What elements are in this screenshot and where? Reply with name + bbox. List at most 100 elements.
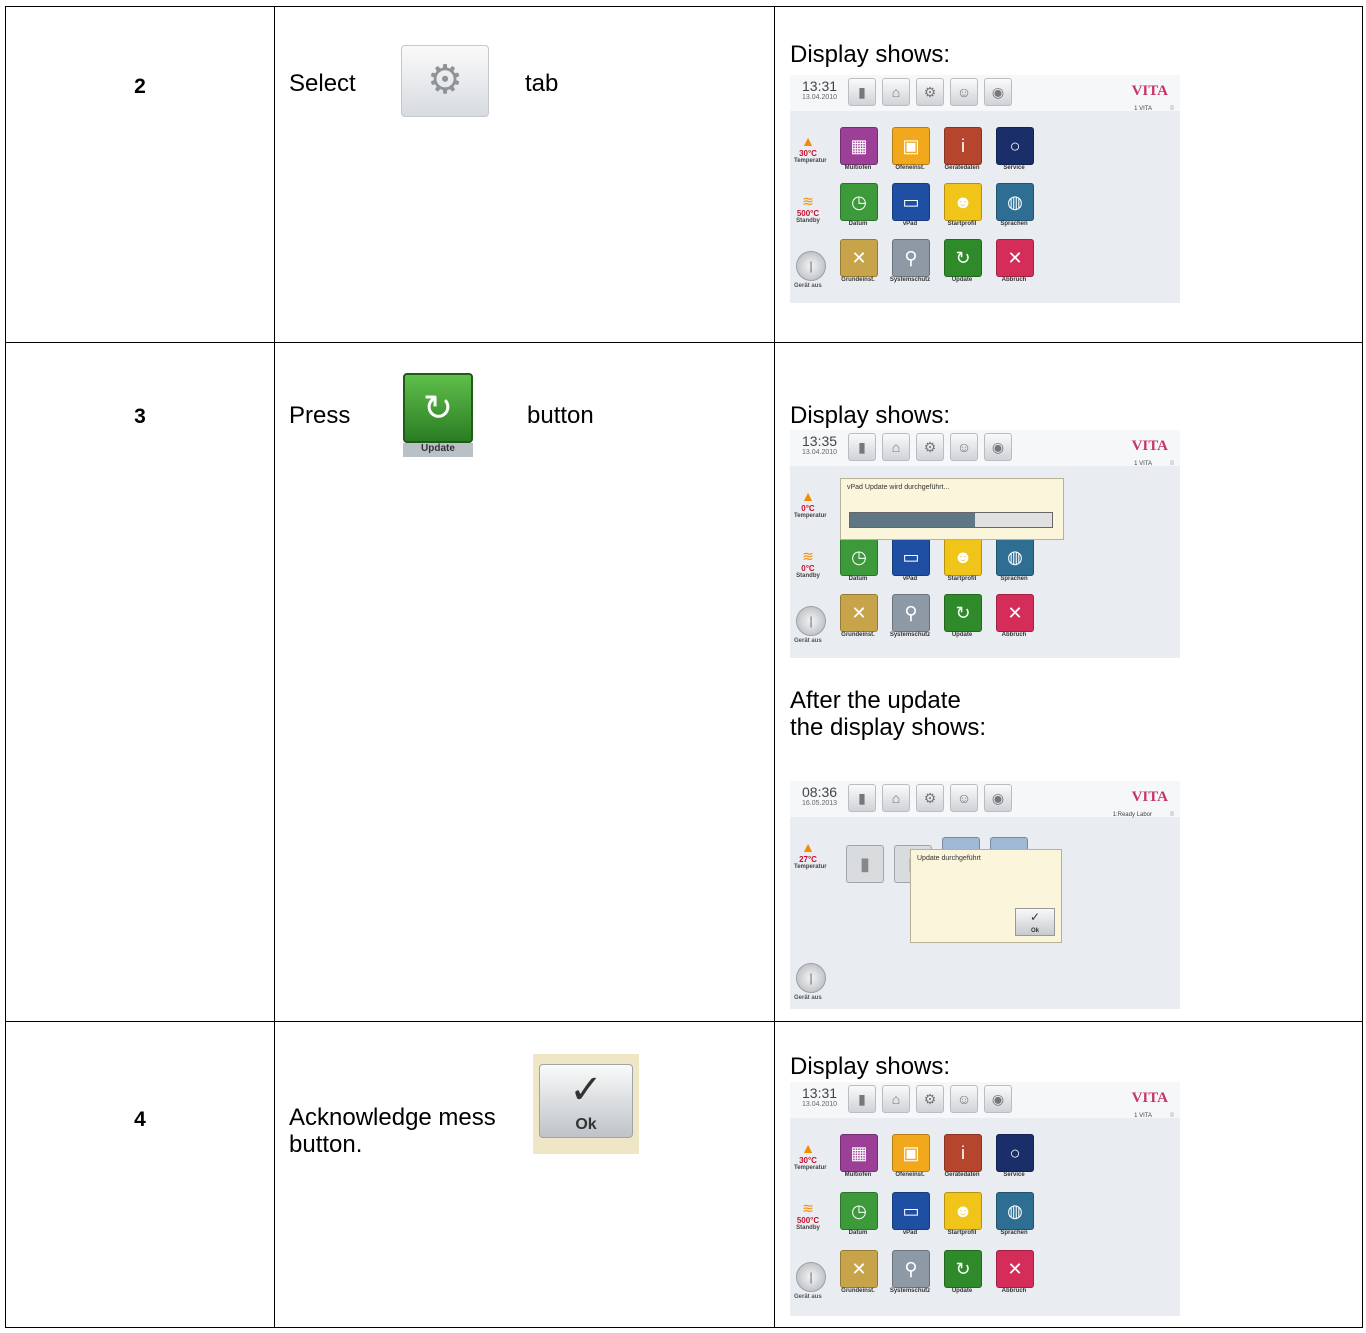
tile-label: Ofeneinst. <box>895 1172 925 1178</box>
multiofen-tile: ▦ <box>840 127 878 165</box>
progress-bar-fill <box>850 513 976 527</box>
grundeinst-tile: ✕ <box>840 239 878 277</box>
flame-icon: ▲ <box>801 839 815 855</box>
temperature-display: ▲ 30°C Temperatur <box>794 1140 827 1171</box>
heat-icon: ≋ <box>802 193 814 209</box>
tile-label: Service <box>1003 1172 1025 1178</box>
tile-label: Abbruch <box>1001 632 1027 638</box>
lock-icon: ⌷ <box>1170 1113 1174 1119</box>
datum-tile: ◷ <box>840 1192 878 1230</box>
tile-label: Service <box>1003 165 1025 171</box>
update-tile: ↻ <box>944 1250 982 1288</box>
startprofil-tile: ☻ <box>944 183 982 221</box>
press-tab-icon: ⌂ <box>882 1085 910 1113</box>
action-text: Select <box>289 70 356 97</box>
vita-logo: VITA <box>1131 1090 1168 1106</box>
oven-tab-icon: ▮ <box>848 784 876 812</box>
tile-label: Sprachen <box>1000 221 1028 227</box>
flame-icon: ▲ <box>801 488 815 504</box>
after-update-text: After the update <box>790 687 961 714</box>
grundeinst-tile: ✕ <box>840 594 878 632</box>
tile-label: Systemschutz <box>889 1288 931 1294</box>
update-icon: ↻ <box>403 373 473 443</box>
sprachen-tile: ◍ <box>996 183 1034 221</box>
heat-icon: ≋ <box>802 548 814 564</box>
tile-label: Update <box>951 632 973 638</box>
ok-button-icon: ✓ Ok <box>533 1054 639 1154</box>
standby-display: ≋ 500°C Standby <box>794 1200 822 1231</box>
step-number: 2 <box>134 75 146 98</box>
table-row: 4 Acknowledge mess button. ✓ Ok Display s… <box>5 1021 1363 1328</box>
power-label: Gerät aus <box>794 1294 822 1300</box>
settings-tab-icon: ⚙ <box>916 1085 944 1113</box>
oven-tab-icon: ▮ <box>848 78 876 106</box>
heat-icon: ≋ <box>802 1200 814 1216</box>
display-cell: Display shows: 13:35 13.04.2010 ▮ ⌂ ⚙ ☺ … <box>774 342 1363 1022</box>
temperature-display: ▲ 0°C Temperatur <box>794 488 827 519</box>
action-cell: Press ↻ Update button <box>274 342 775 1022</box>
multiofen-tile: ▦ <box>840 1134 878 1172</box>
tile-label: Ofeneinst. <box>895 165 925 171</box>
clock-date: 13.04.2010 <box>802 94 838 101</box>
sprachen-tile: ◍ <box>996 538 1034 576</box>
update-tile: ↻ <box>944 239 982 277</box>
tile-label: vPad <box>902 576 918 582</box>
systemschutz-tile: ⚲ <box>892 239 930 277</box>
status-line: 1:Ready Labor <box>1112 812 1152 818</box>
lock-icon: ⌷ <box>1170 106 1174 112</box>
oven-tab-icon: ▮ <box>848 433 876 461</box>
press-tab-icon: ⌂ <box>882 78 910 106</box>
tile-label: Abbruch <box>1001 277 1027 283</box>
screen-update-done: 08:36 16.05.2013 ▮ ⌂ ⚙ ☺ ◉ VITA 1:Ready … <box>790 781 1180 1009</box>
clock-date: 13.04.2010 <box>802 449 838 456</box>
ok-button: ✓ Ok <box>1015 908 1055 936</box>
tile-label: Grundeinst. <box>841 277 875 283</box>
systemschutz-tile: ⚲ <box>892 594 930 632</box>
camera-tab-icon: ◉ <box>984 78 1012 106</box>
oven-tab-icon: ▮ <box>848 1085 876 1113</box>
tile-label: Multiofen <box>844 165 872 171</box>
systemschutz-tile: ⚲ <box>892 1250 930 1288</box>
settings-tab-icon: ⚙ <box>916 433 944 461</box>
checkmark-icon: ✓ Ok <box>539 1064 633 1138</box>
sprachen-tile: ◍ <box>996 1192 1034 1230</box>
clock-date: 13.04.2010 <box>802 1101 838 1108</box>
press-tab-icon: ⌂ <box>882 433 910 461</box>
step-number: 4 <box>134 1108 146 1131</box>
abbruch-tile: ✕ <box>996 239 1034 277</box>
status-line: 1 VITA <box>1134 1113 1152 1119</box>
abbruch-tile: ✕ <box>996 1250 1034 1288</box>
ofeneinst-tile: ▣ <box>892 1134 930 1172</box>
tile-label: Sprachen <box>1000 1230 1028 1236</box>
temperature-display: ▲ 30°C Temperatur <box>794 133 827 164</box>
action-cell: Acknowledge mess button. ✓ Ok <box>274 1021 775 1328</box>
startprofil-tile: ☻ <box>944 1192 982 1230</box>
power-button: | <box>796 606 826 636</box>
vpad-tile: ▭ <box>892 183 930 221</box>
tile-label: Gerätedaten <box>944 1172 980 1178</box>
after-update-text: the display shows: <box>790 714 987 741</box>
display-label: Display shows: <box>790 1053 951 1080</box>
tile-label: Datum <box>848 1230 868 1236</box>
users-tab-icon: ☺ <box>950 784 978 812</box>
display-cell: Display shows: 13:31 13.04.2010 ▮ ⌂ ⚙ ☺ … <box>774 1021 1363 1328</box>
users-tab-icon: ☺ <box>950 1085 978 1113</box>
ofeneinst-tile: ▣ <box>892 127 930 165</box>
action-text: tab <box>525 70 559 97</box>
power-button: | <box>796 963 826 993</box>
settings-gears-icon: ⚙ <box>401 45 489 117</box>
service-tile: ○ <box>996 127 1034 165</box>
progress-dialog: vPad Update wird durchgeführt... <box>840 478 1064 540</box>
display-cell: Display shows: 13:31 13.04.2010 ▮ ⌂ ⚙ ☺ … <box>774 6 1363 343</box>
users-tab-icon: ☺ <box>950 433 978 461</box>
geraetedaten-tile: i <box>944 127 982 165</box>
table-row: 3 Press ↻ Update button Display shows: 1… <box>5 342 1363 1022</box>
table-row: 2 Select ⚙ tab Display shows: 13:31 13.0… <box>5 6 1363 343</box>
tile-label: Update <box>951 1288 973 1294</box>
tile-label: Gerätedaten <box>944 165 980 171</box>
update-icon-label: Update <box>403 443 473 457</box>
camera-tab-icon: ◉ <box>984 784 1012 812</box>
progress-bar <box>849 512 1053 528</box>
tile-label: Startprofil <box>947 221 977 227</box>
clock-date: 16.05.2013 <box>802 800 838 807</box>
